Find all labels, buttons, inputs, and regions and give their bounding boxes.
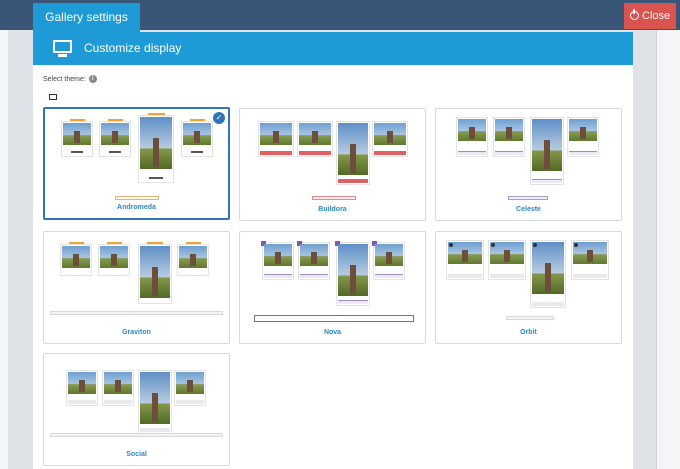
preview-thumb	[66, 370, 98, 406]
preview-thumb	[181, 119, 213, 157]
preview-footer	[115, 196, 159, 200]
preview-thumb	[99, 119, 131, 157]
preview-thumb	[335, 241, 370, 306]
settings-panel: Customize display Select theme: i Androme…	[33, 32, 633, 469]
preview-footer	[508, 196, 548, 200]
theme-name-orbit: Orbit	[520, 329, 537, 336]
desktop-device-icon[interactable]	[49, 94, 57, 100]
theme-card-andromeda[interactable]: Andromeda ✓	[43, 107, 230, 220]
preview-thumb	[98, 242, 130, 276]
preview-thumb	[138, 370, 172, 434]
power-icon	[630, 9, 639, 20]
theme-card-orbit[interactable]: Orbit	[435, 231, 622, 344]
select-theme-text: Select theme:	[43, 75, 86, 83]
panel-header: Customize display	[33, 32, 633, 65]
preview-thumb	[177, 242, 209, 276]
theme-name-graviton: Graviton	[122, 329, 151, 336]
preview-thumb	[456, 117, 488, 157]
preview-thumb	[138, 113, 174, 183]
right-side-panel	[656, 30, 680, 469]
theme-name-social: Social	[126, 451, 147, 458]
select-theme-label: Select theme: i	[43, 75, 97, 83]
monitor-icon	[53, 40, 72, 57]
theme-name-nova: Nova	[323, 329, 342, 336]
theme-card-social[interactable]: Social	[43, 353, 230, 466]
close-label: Close	[642, 10, 671, 22]
preview-thumb	[446, 240, 484, 280]
preview-thumb	[61, 119, 93, 157]
preview-thumb	[261, 241, 294, 280]
theme-name-buildora: Buildora	[318, 206, 347, 213]
preview-thumb	[372, 121, 408, 157]
preview-thumb	[60, 242, 92, 276]
preview-footer	[312, 196, 356, 200]
preview-thumb	[336, 121, 370, 185]
top-bar: Gallery settings Close	[0, 0, 680, 33]
theme-name-andromeda: Andromeda	[117, 204, 156, 211]
preview-thumb	[488, 240, 526, 280]
preview-thumb	[102, 370, 134, 406]
preview-thumb	[567, 117, 599, 157]
theme-card-graviton[interactable]: Graviton	[43, 231, 230, 344]
gallery-settings-tab[interactable]: Gallery settings	[33, 3, 140, 33]
preview-thumb	[530, 117, 564, 185]
preview-footer	[506, 316, 554, 320]
theme-card-buildora[interactable]: Buildora	[239, 108, 426, 221]
close-button[interactable]: Close	[624, 3, 676, 29]
preview-footer	[50, 433, 223, 437]
preview-thumb	[174, 370, 206, 406]
preview-footer	[254, 315, 414, 322]
theme-card-nova[interactable]: Nova	[239, 231, 426, 344]
preview-thumb	[571, 240, 609, 280]
preview-thumb	[493, 117, 525, 157]
preview-thumb	[258, 121, 294, 157]
preview-footer	[50, 311, 223, 315]
selected-check-icon: ✓	[213, 112, 225, 124]
preview-thumb	[530, 240, 566, 308]
preview-thumb	[297, 121, 333, 157]
panel-title: Customize display	[84, 41, 182, 55]
theme-card-celeste[interactable]: Celeste	[435, 108, 622, 221]
preview-thumb	[372, 241, 405, 280]
left-side-panel	[0, 30, 8, 469]
info-icon[interactable]: i	[88, 75, 97, 83]
theme-name-celeste: Celeste	[516, 206, 541, 213]
preview-thumb	[138, 242, 172, 304]
preview-thumb	[297, 241, 330, 280]
